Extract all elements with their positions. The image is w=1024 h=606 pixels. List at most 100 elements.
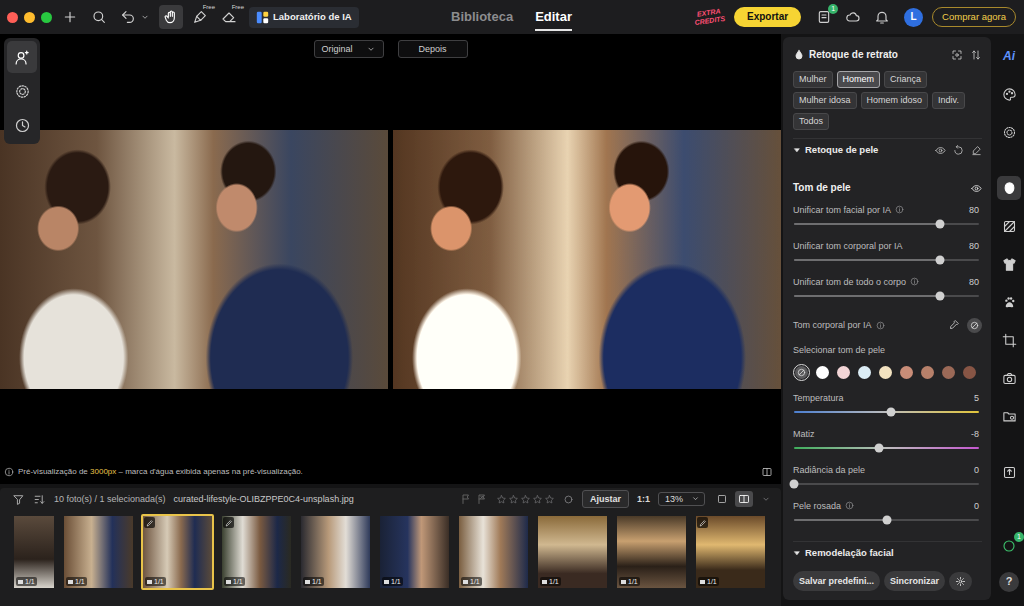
pick-flag-button[interactable] — [460, 493, 472, 505]
sticker-tab[interactable] — [997, 460, 1021, 484]
slider[interactable] — [793, 477, 982, 491]
slider-thumb[interactable] — [936, 292, 945, 301]
eraser-tool-button[interactable]: Free — [217, 5, 241, 29]
status-icon-button[interactable] — [871, 6, 893, 28]
camera-tab[interactable] — [997, 366, 1021, 390]
help-button[interactable]: ? — [999, 572, 1019, 592]
slider-track[interactable] — [794, 411, 979, 413]
skin-tone-swatch[interactable] — [877, 364, 894, 381]
status-icon-button[interactable] — [842, 6, 864, 28]
preset-chip[interactable]: Indiv. — [932, 92, 965, 109]
sync-button[interactable]: Sincronizar — [884, 571, 945, 591]
brush-tool-button[interactable]: Free — [188, 5, 212, 29]
thumbnail[interactable]: 1/1 — [62, 514, 135, 590]
mode-tab[interactable]: Editar — [535, 3, 572, 31]
eye-icon[interactable] — [971, 183, 982, 194]
search-tool-button[interactable] — [87, 5, 111, 29]
window-control-button[interactable] — [7, 12, 18, 23]
portrait-tool-button[interactable] — [7, 41, 37, 73]
export-button[interactable]: Exportar — [734, 7, 801, 27]
slider-value[interactable]: 80 — [969, 205, 982, 216]
collapse-triangle-icon[interactable] — [793, 146, 801, 154]
skin-tone-swatch[interactable] — [940, 364, 957, 381]
skin-tone-swatch[interactable] — [814, 364, 831, 381]
preset-chip[interactable]: Criança — [884, 71, 927, 88]
swap-icon[interactable] — [970, 49, 982, 61]
slider[interactable] — [793, 217, 982, 231]
info-icon[interactable] — [910, 277, 919, 286]
slider[interactable] — [793, 253, 982, 267]
thumbnail[interactable]: 1/1 — [299, 514, 372, 590]
crop-tab[interactable] — [997, 328, 1021, 352]
grain-tool-button[interactable] — [7, 75, 37, 107]
slider-thumb[interactable] — [882, 516, 891, 525]
tasks-button[interactable]: 1 — [997, 534, 1021, 558]
reject-flag-button[interactable] — [476, 493, 488, 505]
zoom-dropdown[interactable]: 13% — [658, 492, 705, 507]
window-control-button[interactable] — [24, 12, 35, 23]
slider[interactable] — [793, 289, 982, 303]
thumbnail[interactable]: 1/1 — [141, 514, 214, 590]
mode-tab[interactable]: Biblioteca — [451, 3, 513, 31]
slider-track[interactable] — [794, 295, 979, 297]
shirt-tab[interactable] — [997, 252, 1021, 276]
buy-button[interactable]: Comprar agora — [932, 7, 1016, 27]
slider[interactable] — [793, 405, 982, 419]
ai-tab[interactable]: Ai — [997, 44, 1021, 68]
slider-value[interactable]: 0 — [974, 501, 982, 512]
slider-track[interactable] — [794, 483, 979, 485]
skin-tone-swatch[interactable] — [835, 364, 852, 381]
extra-credits-badge[interactable]: EXTRACREDITS — [693, 7, 726, 27]
preset-chip[interactable]: Homem — [837, 71, 881, 88]
ai-lab-button[interactable]: Laboratório de IA — [249, 7, 359, 28]
undo-tool-button[interactable] — [116, 5, 154, 29]
slider-thumb[interactable] — [936, 256, 945, 265]
chevron-down-icon[interactable] — [761, 494, 771, 504]
slider-track[interactable] — [794, 259, 979, 261]
thumbnail[interactable]: 1/1 — [12, 514, 56, 590]
info-icon[interactable] — [895, 205, 904, 214]
slider-value[interactable]: 80 — [969, 241, 982, 252]
thumbnail[interactable]: 1/1 — [536, 514, 609, 590]
slider-value[interactable]: 80 — [969, 277, 982, 288]
folder-tab[interactable] — [997, 404, 1021, 428]
slider-thumb[interactable] — [936, 220, 945, 229]
thumbnail[interactable]: 1/1 — [615, 514, 688, 590]
fit-button[interactable]: Ajustar — [582, 490, 629, 508]
after-button[interactable]: Depois — [398, 40, 468, 58]
eyedropper-icon[interactable] — [948, 319, 960, 331]
skin-tone-swatch[interactable] — [898, 364, 915, 381]
slider-value[interactable]: -8 — [971, 429, 982, 440]
star-rating[interactable] — [496, 494, 555, 505]
plus-tool-button[interactable] — [58, 5, 82, 29]
thumbnail[interactable]: 1/1 — [457, 514, 530, 590]
slider[interactable] — [793, 513, 982, 527]
skin-tone-swatch[interactable] — [919, 364, 936, 381]
thumbnail[interactable]: 1/1 — [694, 514, 767, 590]
compare-mode-dropdown[interactable]: Original — [314, 40, 384, 58]
preset-chip[interactable]: Homem idoso — [861, 92, 929, 109]
sync-settings-button[interactable] — [949, 572, 972, 591]
single-view-button[interactable] — [713, 491, 731, 507]
sort-icon[interactable] — [33, 493, 46, 506]
section-header[interactable]: Remodelação facial — [793, 541, 982, 564]
eraser-icon[interactable] — [971, 145, 982, 156]
slider-thumb[interactable] — [887, 408, 896, 417]
grain-tab[interactable] — [997, 120, 1021, 144]
thumbnail[interactable]: 1/1 — [378, 514, 451, 590]
save-preset-button[interactable]: Salvar predefini... — [793, 571, 880, 591]
slider-value[interactable]: 5 — [974, 393, 982, 404]
color-label-icon[interactable] — [563, 494, 574, 505]
skin-tone-swatch[interactable] — [793, 364, 810, 381]
collapse-triangle-icon[interactable] — [793, 549, 801, 557]
panel-toggle-icon[interactable] — [761, 466, 773, 478]
preset-chip[interactable]: Todos — [793, 113, 829, 130]
reset-icon[interactable] — [953, 145, 964, 156]
skin-tone-swatch[interactable] — [961, 364, 978, 381]
history-tool-button[interactable] — [7, 109, 37, 141]
filter-icon[interactable] — [12, 493, 25, 506]
compare-view-button[interactable] — [735, 491, 753, 507]
eye-icon[interactable] — [935, 145, 946, 156]
info-icon[interactable] — [876, 321, 885, 330]
slider-track[interactable] — [794, 223, 979, 225]
